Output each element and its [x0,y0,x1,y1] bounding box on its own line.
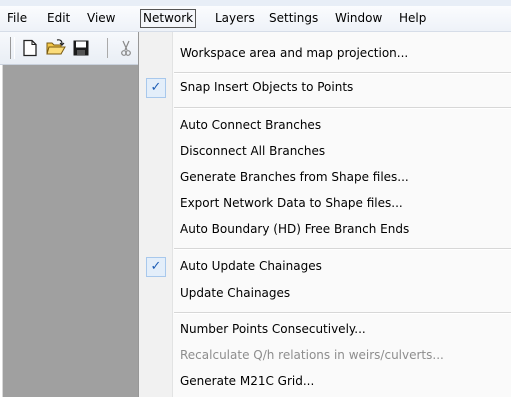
cut-scissors-icon[interactable] [117,39,135,57]
menu-network[interactable]: Network [140,9,197,28]
menu-item-export-network-data[interactable]: Export Network Data to Shape files... [139,191,511,217]
checkmark-icon: ✓ [146,257,166,277]
toolbar [0,32,145,65]
toolbar-separator [107,38,108,58]
menu-separator [174,248,511,250]
menu-layers[interactable]: Layers [212,10,258,27]
menu-item-label: Workspace area and map projection... [180,46,409,60]
menu-item-label: Auto Connect Branches [180,118,322,132]
menu-item-generate-branches[interactable]: Generate Branches from Shape files... [139,165,511,191]
menu-view[interactable]: View [84,10,118,27]
menu-help[interactable]: Help [396,10,429,27]
menu-edit[interactable]: Edit [44,10,73,27]
menu-item-snap-insert-objects[interactable]: ✓ Snap Insert Objects to Points [139,75,511,101]
menu-item-label: Recalculate Q/h relations in weirs/culve… [180,348,444,362]
menu-item-label: Update Chainages [180,286,291,300]
menu-separator [174,107,511,109]
menu-separator [174,72,511,74]
save-disk-icon[interactable] [72,39,90,57]
new-document-icon[interactable] [21,39,39,57]
menu-settings[interactable]: Settings [266,10,321,27]
menu-item-label: Auto Boundary (HD) Free Branch Ends [180,222,410,236]
menu-file[interactable]: File [4,10,30,27]
menu-separator [174,312,511,314]
menu-item-disconnect-all-branches[interactable]: Disconnect All Branches [139,139,511,165]
workspace-panel [2,65,139,397]
menu-item-label: Disconnect All Branches [180,144,326,158]
menu-item-recalculate-qh: Recalculate Q/h relations in weirs/culve… [139,343,511,369]
menu-item-auto-update-chainages[interactable]: ✓ Auto Update Chainages [139,254,511,280]
menu-item-label: Snap Insert Objects to Points [180,80,354,94]
menu-item-label: Auto Update Chainages [180,259,322,273]
menu-item-label: Generate Branches from Shape files... [180,170,409,184]
menu-item-generate-m21c-grid[interactable]: Generate M21C Grid... [139,369,511,395]
menu-item-label: Number Points Consecutively... [180,322,366,336]
menu-window[interactable]: Window [332,10,385,27]
menu-item-workspace-area[interactable]: Workspace area and map projection... [139,41,511,67]
toolbar-grip[interactable] [10,37,15,59]
checkmark-icon: ✓ [146,78,166,98]
open-folder-icon[interactable] [46,39,66,57]
menu-item-label: Export Network Data to Shape files... [180,196,403,210]
menu-item-label: Generate M21C Grid... [180,374,315,388]
menu-bar: File Edit View Network Layers Settings W… [0,6,511,32]
menu-item-number-points[interactable]: Number Points Consecutively... [139,317,511,343]
menu-item-update-chainages[interactable]: Update Chainages [139,281,511,307]
menu-item-auto-connect-branches[interactable]: Auto Connect Branches [139,113,511,139]
menu-item-auto-boundary[interactable]: Auto Boundary (HD) Free Branch Ends [139,217,511,243]
network-menu-dropdown: Workspace area and map projection... ✓ S… [138,32,511,397]
